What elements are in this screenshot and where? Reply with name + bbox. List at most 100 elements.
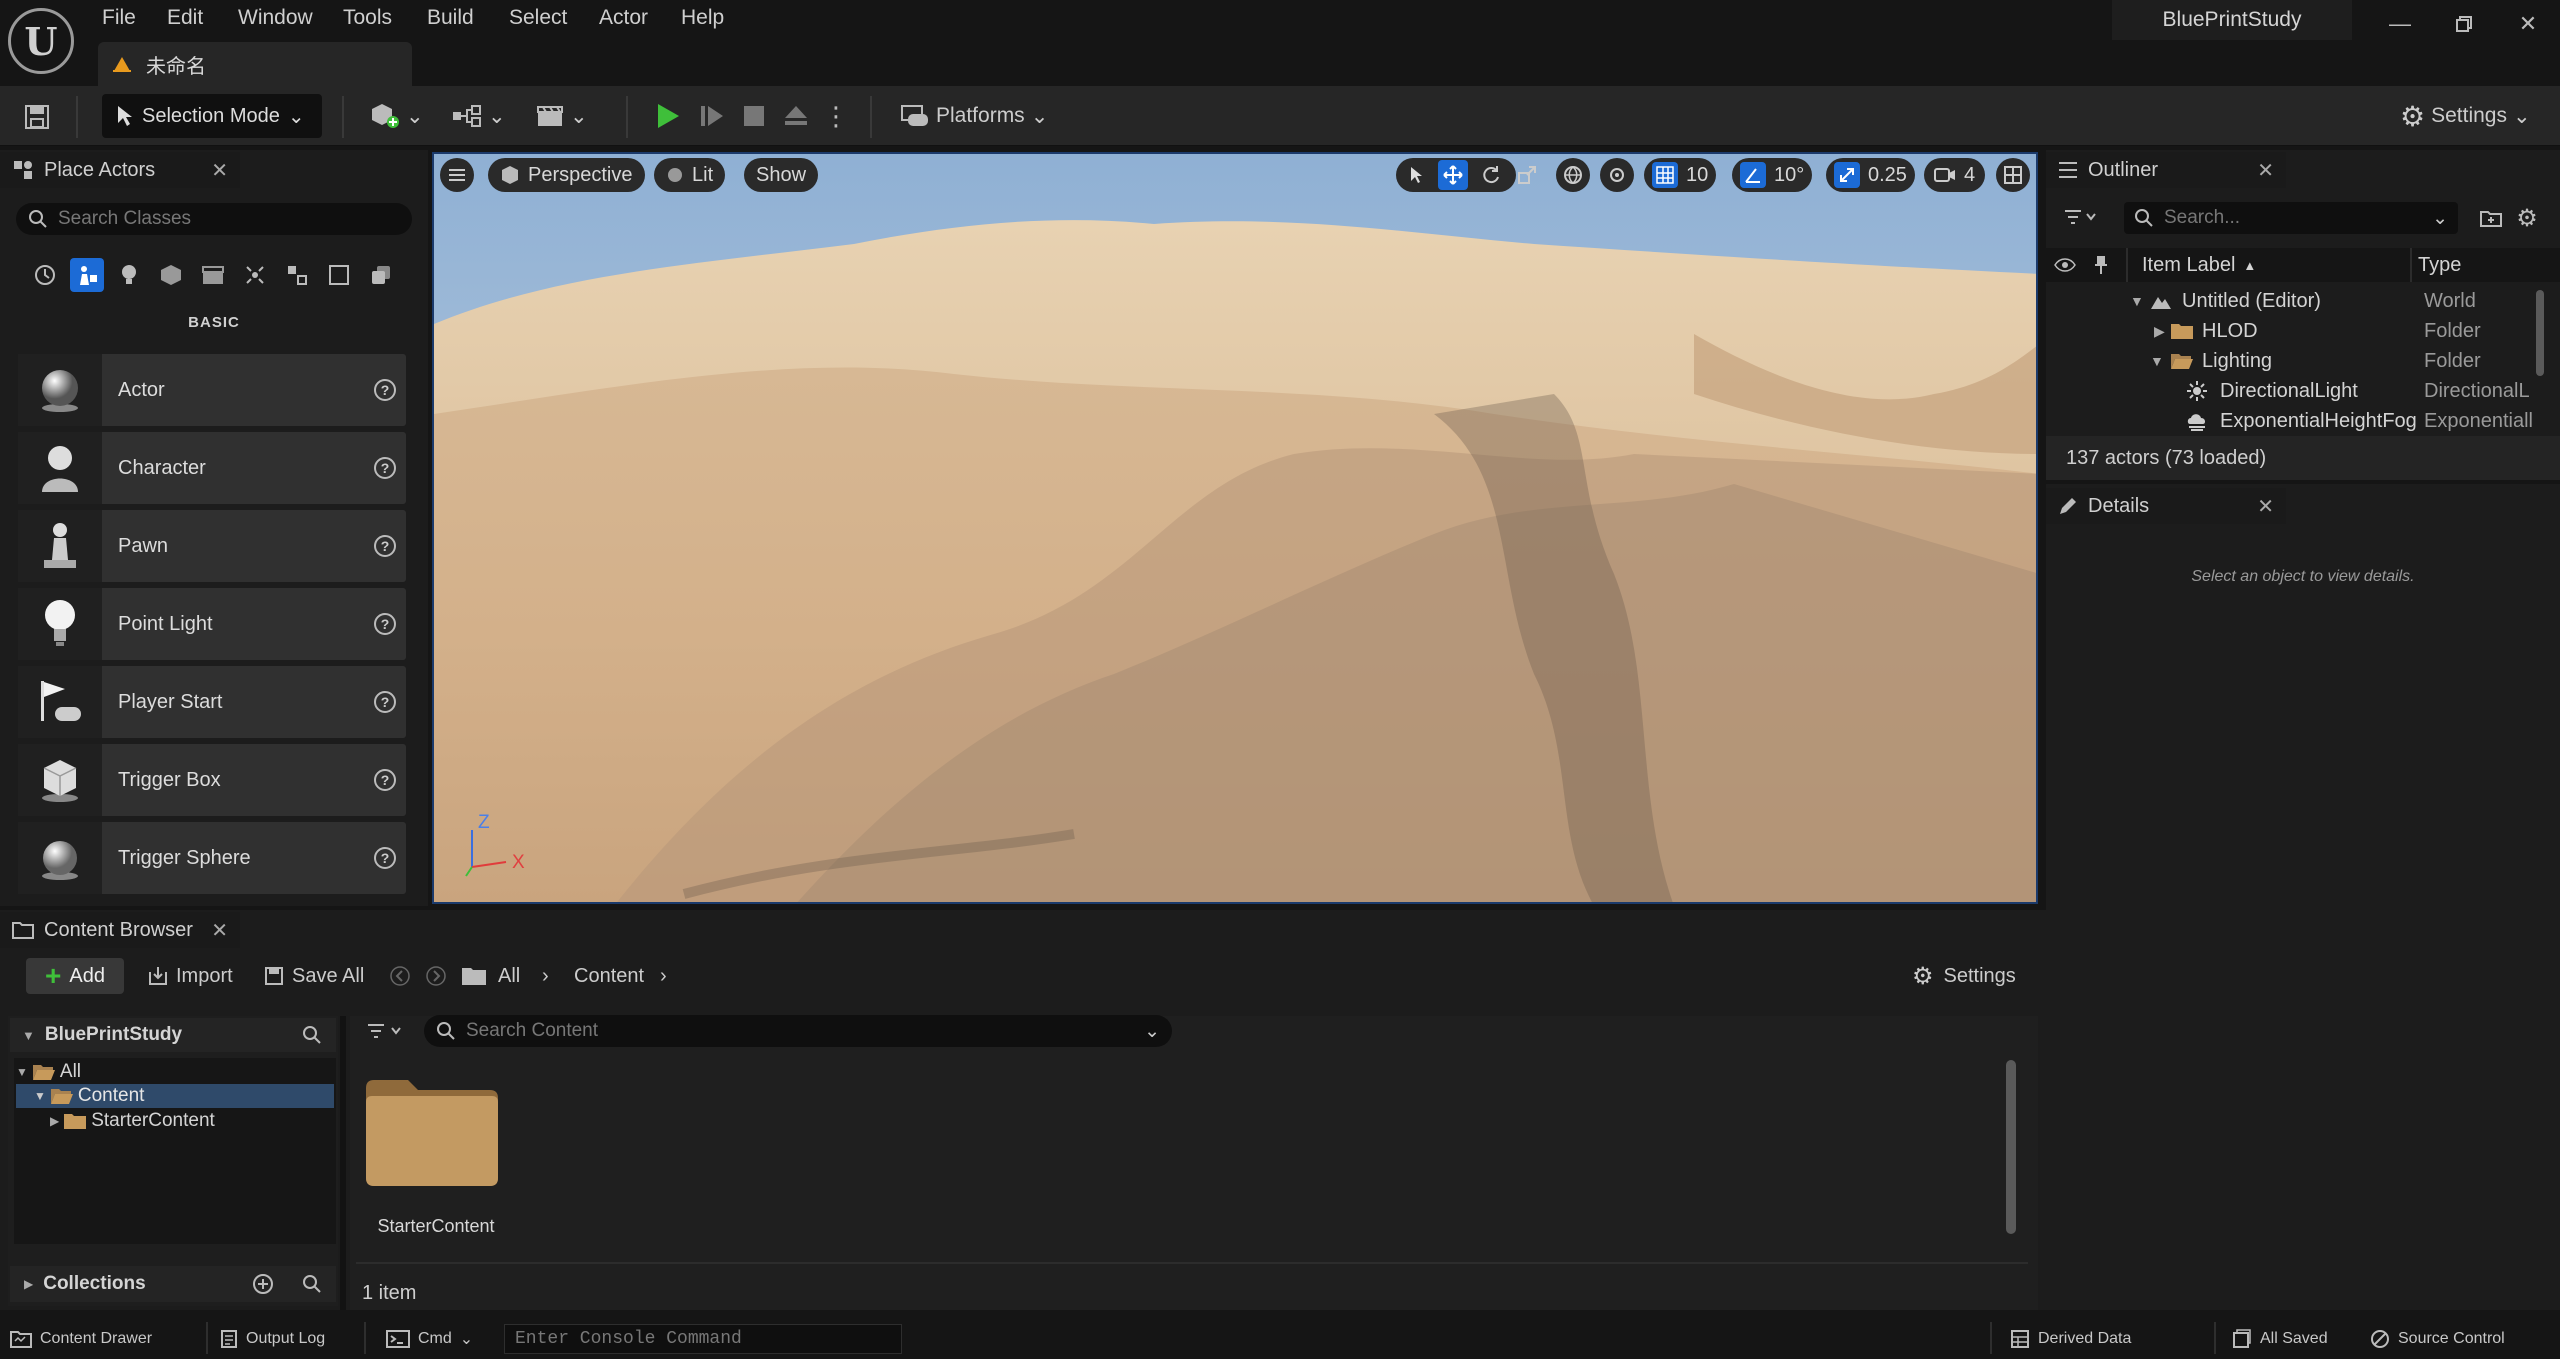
- close-tab-icon[interactable]: ✕: [211, 918, 228, 943]
- expand-arrow-icon[interactable]: ▼: [2130, 293, 2144, 309]
- project-sources-header[interactable]: ▼ BluePrintStudy: [10, 1018, 336, 1052]
- breadcrumb-content[interactable]: Content: [574, 960, 644, 992]
- actor-item-trigger-sphere[interactable]: Trigger Sphere ?: [18, 822, 406, 894]
- outliner-row-height-fog[interactable]: ExponentialHeightFog Exponentiall: [2046, 406, 2546, 436]
- close-tab-icon[interactable]: ✕: [211, 158, 228, 183]
- search-content-input[interactable]: Search Content ⌄: [424, 1015, 1172, 1047]
- menu-help[interactable]: Help: [681, 2, 724, 34]
- filter-icon[interactable]: [360, 1016, 410, 1046]
- unreal-logo-icon[interactable]: U: [8, 8, 74, 74]
- output-log-button[interactable]: Output Log: [220, 1318, 325, 1359]
- select-tool-icon[interactable]: [1402, 160, 1432, 190]
- folder-icon[interactable]: [458, 962, 490, 990]
- expand-arrow-icon[interactable]: ▶: [2154, 323, 2165, 340]
- rotation-snap-button[interactable]: 10°: [1732, 158, 1813, 192]
- show-button[interactable]: Show: [744, 158, 819, 192]
- play-options-icon[interactable]: ⋮: [823, 100, 849, 132]
- close-tab-icon[interactable]: ✕: [2257, 494, 2274, 519]
- scale-tool-icon[interactable]: [1512, 160, 1542, 190]
- actor-item-pawn[interactable]: Pawn ?: [18, 510, 406, 582]
- selection-mode-dropdown[interactable]: Selection Mode ⌄: [102, 94, 322, 138]
- search-classes-input[interactable]: Search Classes: [16, 203, 412, 235]
- close-tab-icon[interactable]: ✕: [2257, 158, 2274, 183]
- viewport-menu-icon[interactable]: [440, 158, 474, 192]
- tree-item-content[interactable]: ▼ Content: [16, 1084, 334, 1108]
- actor-item-character[interactable]: Character ?: [18, 432, 406, 504]
- expand-arrow-icon[interactable]: ▼: [2150, 353, 2164, 369]
- minimize-icon[interactable]: —: [2370, 0, 2430, 48]
- cmd-dropdown[interactable]: Cmd ⌄: [386, 1318, 473, 1359]
- volumes-category-icon[interactable]: [280, 258, 314, 292]
- close-window-icon[interactable]: ✕: [2498, 0, 2558, 48]
- search-icon[interactable]: [302, 1274, 322, 1294]
- eject-icon[interactable]: [780, 100, 812, 132]
- actor-item-actor[interactable]: Actor ?: [18, 354, 406, 426]
- all-classes-category-icon[interactable]: [322, 258, 356, 292]
- type-column-header[interactable]: Type: [2418, 248, 2461, 282]
- shapes-category-icon[interactable]: [154, 258, 188, 292]
- restore-icon[interactable]: [2434, 0, 2494, 48]
- breadcrumb-separator-icon[interactable]: ›: [542, 960, 549, 992]
- help-icon[interactable]: ?: [374, 691, 396, 713]
- asset-view-scrollbar[interactable]: [2006, 1060, 2016, 1234]
- outliner-row-directional-light[interactable]: DirectionalLight DirectionalL: [2046, 376, 2546, 406]
- step-icon[interactable]: [696, 100, 728, 132]
- place-actors-tab[interactable]: Place Actors ✕: [0, 152, 240, 188]
- breadcrumb-all[interactable]: All: [498, 960, 520, 992]
- menu-file[interactable]: File: [102, 2, 136, 34]
- save-all-button[interactable]: Save All: [264, 960, 364, 992]
- add-quick-button[interactable]: ⌄: [370, 96, 424, 136]
- tree-item-all[interactable]: ▼ All: [16, 1060, 334, 1084]
- menu-select[interactable]: Select: [509, 2, 567, 34]
- help-icon[interactable]: ?: [374, 379, 396, 401]
- help-icon[interactable]: ?: [374, 613, 396, 635]
- surface-snap-icon[interactable]: [1600, 158, 1634, 192]
- help-icon[interactable]: ?: [374, 847, 396, 869]
- rotate-tool-icon[interactable]: [1476, 160, 1506, 190]
- starter-content-folder-thumbnail[interactable]: [364, 1076, 500, 1188]
- settings-button[interactable]: ⚙ Settings ⌄: [2400, 96, 2531, 136]
- recent-icon[interactable]: [28, 258, 62, 292]
- visibility-eye-icon[interactable]: [2052, 252, 2078, 278]
- perspective-button[interactable]: Perspective: [488, 158, 645, 192]
- actor-item-player-start[interactable]: Player Start ?: [18, 666, 406, 738]
- collections-header[interactable]: ▶ Collections: [10, 1266, 336, 1302]
- move-tool-icon[interactable]: [1438, 160, 1468, 190]
- camera-speed-button[interactable]: 4: [1924, 158, 1986, 192]
- outliner-search-input[interactable]: Search... ⌄: [2124, 202, 2458, 234]
- visual-effects-category-icon[interactable]: [238, 258, 272, 292]
- add-collection-icon[interactable]: [252, 1273, 274, 1295]
- help-icon[interactable]: ?: [374, 535, 396, 557]
- help-icon[interactable]: ?: [374, 457, 396, 479]
- outliner-row-lighting[interactable]: ▼ Lighting Folder: [2046, 346, 2546, 376]
- outliner-row-hlod[interactable]: ▶ HLOD Folder: [2046, 316, 2546, 346]
- source-control-button[interactable]: Source Control: [2370, 1318, 2505, 1359]
- content-settings-button[interactable]: ⚙ Settings: [1912, 960, 2016, 992]
- lit-button[interactable]: Lit: [654, 158, 726, 192]
- blueprint-button[interactable]: ⌄: [452, 96, 506, 136]
- pin-icon[interactable]: [2088, 252, 2114, 278]
- viewport-layout-icon[interactable]: [1996, 158, 2030, 192]
- grid-snap-button[interactable]: 10: [1644, 158, 1717, 192]
- forward-icon[interactable]: [422, 962, 450, 990]
- lights-category-icon[interactable]: [112, 258, 146, 292]
- menu-tools[interactable]: Tools: [343, 2, 392, 34]
- menu-build[interactable]: Build: [427, 2, 474, 34]
- import-button[interactable]: Import: [148, 960, 233, 992]
- filter-icon[interactable]: [2058, 202, 2102, 232]
- details-tab[interactable]: Details ✕: [2046, 488, 2286, 524]
- breadcrumb-separator-icon[interactable]: ›: [660, 960, 667, 992]
- all-saved-button[interactable]: All Saved: [2232, 1318, 2328, 1359]
- basic-category-icon[interactable]: [70, 258, 104, 292]
- cinematics-button[interactable]: ⌄: [536, 96, 588, 136]
- add-folder-icon[interactable]: [2476, 204, 2506, 232]
- search-icon[interactable]: [302, 1025, 322, 1045]
- tree-item-starter-content[interactable]: ▶ StarterContent: [16, 1109, 334, 1133]
- gear-icon[interactable]: ⚙: [2512, 204, 2542, 232]
- add-button[interactable]: + Add: [26, 958, 124, 994]
- console-command-input[interactable]: Enter Console Command: [504, 1324, 902, 1354]
- splitter[interactable]: [340, 1016, 346, 1310]
- outliner-tab[interactable]: Outliner ✕: [2046, 152, 2286, 188]
- menu-window[interactable]: Window: [238, 2, 313, 34]
- outliner-row-world[interactable]: ▼ Untitled (Editor) World: [2046, 286, 2546, 316]
